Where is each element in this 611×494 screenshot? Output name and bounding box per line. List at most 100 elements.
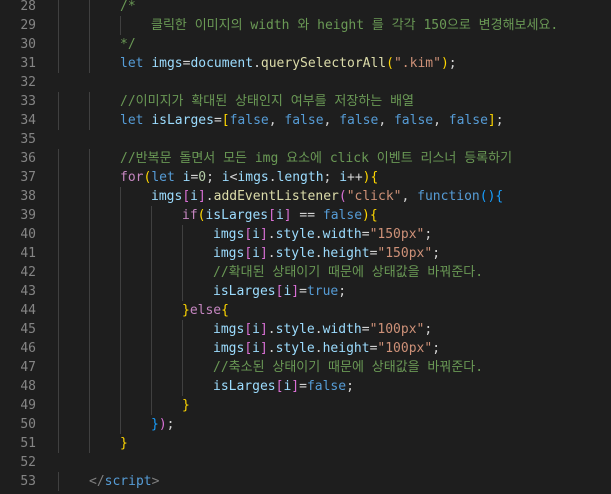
code-token: i <box>252 341 260 356</box>
indent-guide <box>182 263 183 282</box>
code-token: ( <box>338 189 347 204</box>
code-line[interactable]: 28 /* <box>0 0 611 16</box>
indent-guide <box>89 92 90 111</box>
code-token: //축소된 상태이기 때문에 상태값을 바꿔준다. <box>213 360 484 375</box>
indent-guide <box>182 339 183 358</box>
code-line[interactable]: 43 isLarges[i]=true; <box>0 282 611 301</box>
indent-guide <box>120 187 121 206</box>
code-token: ; <box>448 56 457 71</box>
code-token: . <box>253 56 261 71</box>
code-token: style <box>275 341 315 356</box>
code-token: false <box>448 113 488 128</box>
code-line[interactable]: 46 imgs[i].style.height="100px"; <box>0 339 611 358</box>
code-line[interactable]: 37 for(let i=0; i<imgs.length; i++){ <box>0 168 611 187</box>
code-token: ] <box>283 208 292 223</box>
code-token: ( <box>386 56 394 71</box>
code-token: imgs <box>213 341 245 356</box>
code-line[interactable]: 40 imgs[i].style.width="150px"; <box>0 225 611 244</box>
code-line[interactable]: 33 //이미지가 확대된 상태인지 여부를 저장하는 배열 <box>0 92 611 111</box>
code-line[interactable]: 44}else{ <box>0 301 611 320</box>
code-line[interactable]: 50}); <box>0 415 611 434</box>
indent-guide <box>89 301 90 320</box>
code-token: [ <box>182 189 191 204</box>
code-token: isLarges <box>205 208 269 223</box>
indent-guide <box>89 187 90 206</box>
code-token: "150px" <box>377 246 433 261</box>
code-token: . <box>267 227 276 242</box>
code-line[interactable]: 53 </script> <box>0 472 611 491</box>
code-token: imgs <box>151 56 183 71</box>
code-text: imgs[i].style.width="100px"; <box>213 320 432 339</box>
code-line[interactable]: 39 if(isLarges[i] == false){ <box>0 206 611 225</box>
code-line[interactable]: 30 */ <box>0 35 611 54</box>
code-token: ] <box>259 322 268 337</box>
code-text: /* <box>120 0 136 16</box>
code-line[interactable]: 31 let imgs=document.querySelectorAll(".k… <box>0 54 611 73</box>
line-number: 42 <box>20 265 36 280</box>
code-token: 0 <box>198 170 207 185</box>
indent-guide <box>89 225 90 244</box>
line-number: 36 <box>20 151 36 166</box>
code-token: . <box>314 246 323 261</box>
code-token: for <box>120 170 144 185</box>
code-token: ".kim" <box>393 56 441 71</box>
indent-guide <box>151 320 152 339</box>
code-line[interactable]: 45 imgs[i].style.width="100px"; <box>0 320 611 339</box>
code-token: = <box>299 284 307 299</box>
indent-guide <box>151 301 152 320</box>
code-token: ; <box>206 170 222 185</box>
code-token: } <box>182 398 190 413</box>
code-line[interactable]: 34 let isLarges=[false, false, false, fal… <box>0 111 611 130</box>
code-line[interactable]: 41 imgs[i].style.height="150px"; <box>0 244 611 263</box>
code-line[interactable]: 38 imgs[i].addEventListener("click", func… <box>0 187 611 206</box>
code-token: ) <box>362 208 370 223</box>
code-line[interactable]: 42 //확대된 상태이기 때문에 상태값을 바꿔준다. <box>0 263 611 282</box>
code-line[interactable]: 51} <box>0 434 611 453</box>
code-line[interactable]: 29 클릭한 이미지의 width 와 height 를 각각 150으로 변경해… <box>0 16 611 35</box>
code-line[interactable]: 49} <box>0 396 611 415</box>
code-token: } <box>182 303 190 318</box>
code-text: imgs[i].style.height="150px"; <box>213 244 440 263</box>
code-token: height <box>322 341 370 356</box>
code-text: //이미지가 확대된 상태인지 여부를 저장하는 배열 <box>120 92 414 111</box>
code-line[interactable]: 48 isLarges[i]=false; <box>0 377 611 396</box>
code-token: , <box>401 189 418 204</box>
code-text: isLarges[i]=false; <box>213 377 354 396</box>
code-token: "100px" <box>377 341 433 356</box>
indent-guide <box>120 339 121 358</box>
code-token: querySelectorAll <box>260 56 387 71</box>
indent-guide <box>58 92 59 111</box>
code-text: 클릭한 이미지의 width 와 height 를 각각 150으로 변경해보세… <box>151 16 558 35</box>
code-line[interactable]: 52 <box>0 453 611 472</box>
code-text: //반복문 돌면서 모든 img 요소에 click 이벤트 리스너 등록하기 <box>120 149 512 168</box>
indent-guide <box>58 358 59 377</box>
line-number: 46 <box>20 341 36 356</box>
code-token: ) <box>440 56 449 71</box>
code-token: /* <box>120 0 136 14</box>
code-token: height <box>322 246 370 261</box>
code-line[interactable]: 32 <box>0 73 611 92</box>
code-token: ; <box>166 417 175 432</box>
indent-guide <box>89 149 90 168</box>
code-token: = <box>361 322 370 337</box>
indent-guide <box>120 358 121 377</box>
code-line[interactable]: 47 //축소된 상태이기 때문에 상태값을 바꿔준다. <box>0 358 611 377</box>
code-text: //확대된 상태이기 때문에 상태값을 바꿔준다. <box>213 263 483 282</box>
indent-guide <box>58 263 59 282</box>
indent-guide <box>120 301 121 320</box>
indent-guide <box>182 282 183 301</box>
code-token: [ <box>244 246 253 261</box>
code-token: ) <box>158 417 167 432</box>
indent-guide <box>58 168 59 187</box>
indent-guide <box>58 206 59 225</box>
code-token: script <box>104 474 152 489</box>
code-editor[interactable]: 28 /* 29 클릭한 이미지의 width 와 height 를 각각 150으로… <box>0 0 611 494</box>
code-token: . <box>268 170 277 185</box>
code-text: </script> <box>89 472 159 491</box>
code-line[interactable]: 35 <box>0 130 611 149</box>
code-token: isLarges <box>213 284 276 299</box>
code-line[interactable]: 36 //반복문 돌면서 모든 img 요소에 click 이벤트 리스너 등록하… <box>0 149 611 168</box>
code-token: imgs <box>213 246 245 261</box>
line-number: 35 <box>20 132 36 147</box>
